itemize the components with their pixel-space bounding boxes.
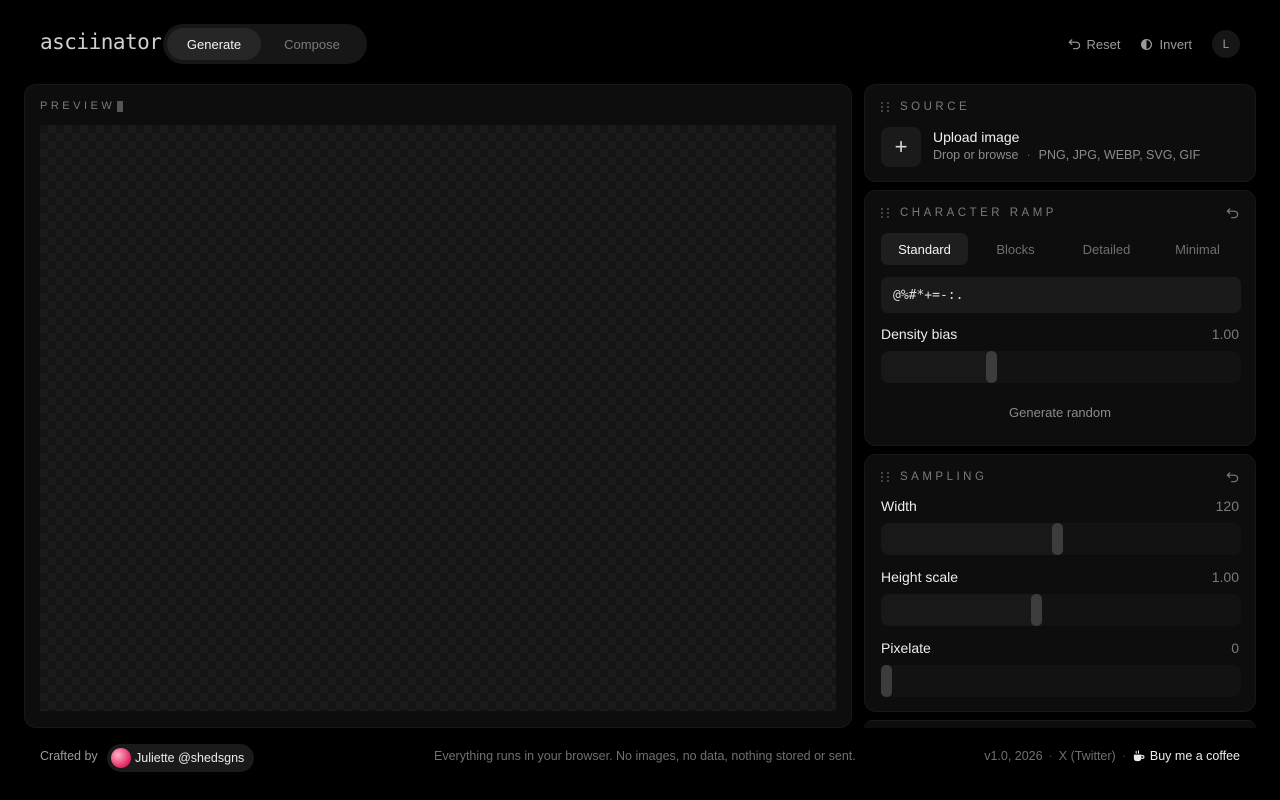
width-slider[interactable] (881, 523, 1241, 555)
ramp-tab-detailed[interactable]: Detailed (1063, 233, 1150, 265)
mode-switcher: Generate Compose (163, 24, 367, 64)
next-panel-edge (864, 720, 1256, 728)
slider-thumb[interactable] (986, 351, 997, 383)
ramp-chars-input[interactable] (881, 277, 1241, 313)
tab-compose[interactable]: Compose (261, 28, 363, 60)
plus-icon: + (894, 134, 908, 159)
undo-icon[interactable] (1226, 471, 1239, 484)
invert-label: Invert (1159, 36, 1192, 52)
slider-fill (881, 594, 1037, 626)
sampling-title: SAMPLING (900, 471, 988, 483)
preview-panel: PREVIEW (24, 84, 852, 728)
user-avatar[interactable]: L (1212, 30, 1240, 58)
source-header: SOURCE (881, 101, 1239, 113)
preview-title: PREVIEW (40, 100, 116, 112)
slider-fill (881, 523, 1058, 555)
ramp-presets: Standard Blocks Detailed Minimal (881, 233, 1241, 265)
ramp-title: CHARACTER RAMP (900, 207, 1057, 219)
preview-heading: PREVIEW (40, 100, 124, 112)
pixelate-slider[interactable] (881, 665, 1241, 697)
ramp-tab-minimal[interactable]: Minimal (1154, 233, 1241, 265)
upload-subtitle: Drop or browse · PNG, JPG, WEBP, SVG, GIF (933, 148, 1200, 162)
source-title: SOURCE (900, 101, 971, 113)
separator-dot: · (1048, 749, 1053, 763)
ramp-tab-standard[interactable]: Standard (881, 233, 968, 265)
author-avatar (111, 748, 131, 768)
character-ramp-panel: CHARACTER RAMP Standard Blocks Detailed … (864, 190, 1256, 446)
footer-links: v1.0, 2026 · X (Twitter) · Buy me a coff… (984, 749, 1240, 763)
reset-button[interactable]: Reset (1068, 36, 1121, 52)
sampling-header: SAMPLING (881, 471, 1239, 483)
contrast-icon (1141, 38, 1153, 50)
slider-thumb[interactable] (1052, 523, 1063, 555)
pixelate-label: Pixelate (881, 640, 931, 656)
ramp-tab-blocks[interactable]: Blocks (972, 233, 1059, 265)
reset-label: Reset (1086, 36, 1121, 52)
generate-random-button[interactable]: Generate random (865, 405, 1255, 420)
width-value: 120 (1215, 498, 1239, 514)
drag-handle-icon[interactable] (881, 101, 890, 113)
density-bias-slider[interactable] (881, 351, 1241, 383)
tab-generate[interactable]: Generate (167, 28, 261, 60)
app-logo: asciinator (40, 30, 162, 54)
undo-icon[interactable] (1226, 207, 1239, 220)
drag-handle-icon[interactable] (881, 207, 890, 219)
upload-formats: PNG, JPG, WEBP, SVG, GIF (1038, 148, 1201, 162)
undo-icon (1068, 38, 1080, 49)
upload-title[interactable]: Upload image (933, 129, 1019, 145)
header-actions: Reset Invert L (1068, 30, 1240, 58)
drag-handle-icon[interactable] (881, 471, 890, 483)
buy-coffee-label: Buy me a coffee (1149, 749, 1240, 763)
density-bias-label: Density bias (881, 326, 958, 342)
buy-coffee-link[interactable]: Buy me a coffee (1132, 749, 1240, 763)
preview-canvas[interactable] (40, 125, 836, 711)
upload-button[interactable]: + (881, 127, 921, 167)
author-link[interactable]: Juliette @shedsgns (107, 744, 255, 772)
cursor-block-icon (117, 100, 124, 112)
density-bias-value: 1.00 (1211, 326, 1239, 342)
separator-dot: · (1121, 749, 1126, 763)
width-label: Width (881, 498, 917, 514)
privacy-note: Everything runs in your browser. No imag… (434, 749, 856, 763)
pixelate-value: 0 (1231, 640, 1239, 656)
version-label: v1.0, 2026 (984, 749, 1043, 763)
coffee-cup-icon (1133, 749, 1145, 761)
height-scale-value: 1.00 (1211, 569, 1239, 585)
separator-dot: · (1026, 148, 1031, 162)
sampling-panel: SAMPLING Width 120 Height scale 1.00 Pix… (864, 454, 1256, 712)
ramp-header: CHARACTER RAMP (881, 207, 1239, 219)
invert-button[interactable]: Invert (1140, 37, 1192, 52)
slider-fill (881, 351, 992, 383)
upload-hint: Drop or browse (933, 148, 1019, 162)
source-panel: SOURCE + Upload image Drop or browse · PNG… (864, 84, 1256, 182)
slider-thumb[interactable] (881, 665, 892, 697)
author-name: Juliette @shedsgns (135, 751, 245, 765)
twitter-link[interactable]: X (Twitter) (1059, 749, 1116, 763)
height-scale-label: Height scale (881, 569, 959, 585)
crafted-by-label: Crafted by (40, 749, 98, 763)
slider-thumb[interactable] (1031, 594, 1042, 626)
height-scale-slider[interactable] (881, 594, 1241, 626)
